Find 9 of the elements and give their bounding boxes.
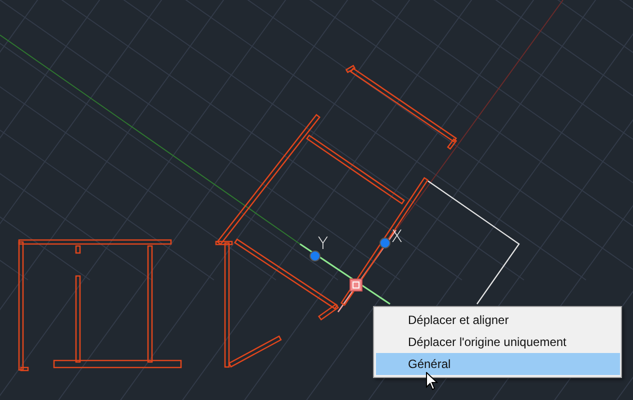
grip-dot-icon[interactable] xyxy=(380,238,390,248)
mouse-cursor-icon xyxy=(426,372,438,391)
axis-label: X xyxy=(391,227,403,247)
menu-item[interactable]: Général xyxy=(376,353,620,375)
menu-item[interactable]: Déplacer l'origine uniquement xyxy=(376,331,620,353)
menu-item[interactable]: Déplacer et aligner xyxy=(376,309,620,331)
grip-dot-icon[interactable] xyxy=(310,250,320,262)
axis-label: Y xyxy=(318,234,328,254)
origin-grip-icon[interactable] xyxy=(350,278,362,292)
